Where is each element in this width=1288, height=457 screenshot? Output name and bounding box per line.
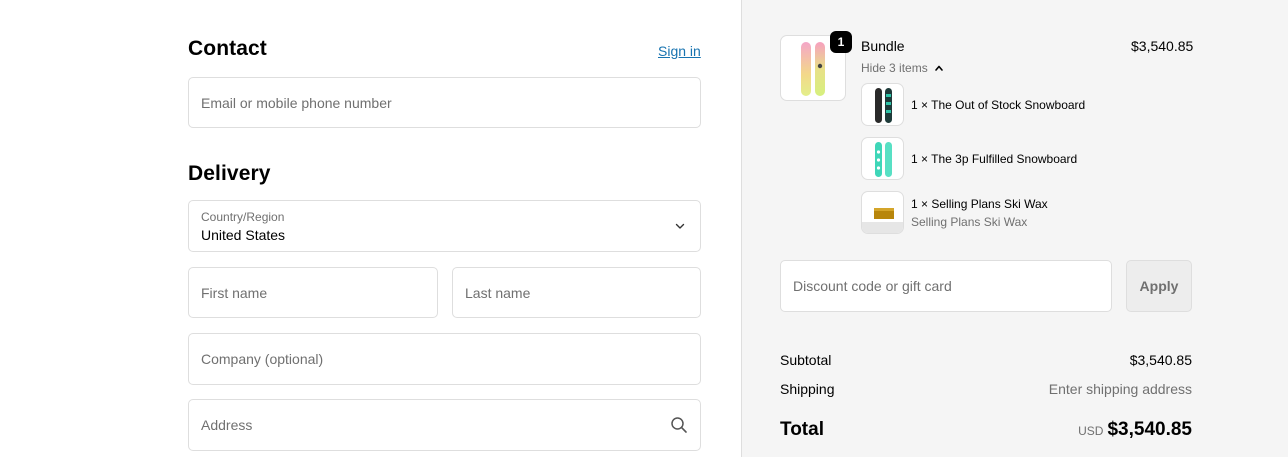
contact-heading: Contact [188, 37, 267, 60]
country-select[interactable]: Country/Region United States [188, 200, 701, 252]
first-name-field[interactable]: First name [188, 267, 438, 318]
company-placeholder: Company (optional) [201, 351, 324, 367]
apply-button[interactable]: Apply [1126, 260, 1192, 312]
shipping-value: Enter shipping address [1048, 381, 1192, 397]
address-field[interactable]: Address [188, 399, 701, 451]
item-label-2: 1 × The 3p Fulfilled Snowboard [911, 152, 1078, 166]
last-name-placeholder: Last name [465, 284, 531, 301]
delivery-heading: Delivery [188, 162, 271, 185]
sign-in-link[interactable]: Sign in [658, 43, 701, 59]
bundle-name: Bundle [861, 38, 905, 54]
dark-snowboard-image [875, 88, 892, 123]
address-placeholder: Address [201, 417, 253, 433]
email-field[interactable]: Email or mobile phone number [188, 77, 701, 128]
country-value: United States [201, 227, 286, 243]
item-thumbnail-2 [861, 137, 904, 180]
shipping-label: Shipping [780, 381, 835, 397]
item-detail-3: Selling Plans Ski Wax [911, 215, 1028, 229]
email-placeholder: Email or mobile phone number [201, 94, 392, 111]
checkout-form: Contact Sign in Email or mobile phone nu… [0, 0, 741, 457]
discount-code-field[interactable]: Discount code or gift card [780, 260, 1112, 312]
first-name-placeholder: First name [201, 284, 268, 301]
item-label-3: 1 × Selling Plans Ski Wax [911, 197, 1048, 211]
discount-placeholder: Discount code or gift card [793, 278, 952, 294]
last-name-field[interactable]: Last name [452, 267, 701, 318]
item-thumbnail-1 [861, 83, 904, 126]
search-icon [671, 417, 687, 433]
teal-snowboard-image [875, 142, 892, 177]
subtotal-value: $3,540.85 [1129, 352, 1192, 368]
company-field[interactable]: Company (optional) [188, 333, 701, 385]
country-label: Country/Region [201, 210, 285, 224]
total-label: Total [780, 419, 824, 440]
chevron-down-icon [675, 223, 685, 229]
hide-items-toggle[interactable]: Hide 3 items [861, 61, 944, 75]
subtotal-label: Subtotal [780, 352, 832, 368]
chevron-up-icon [935, 65, 943, 71]
total-row-value: USD $3,540.85 [1078, 419, 1192, 441]
item-thumbnail-3 [861, 191, 904, 234]
bundle-price: $3,540.85 [1131, 38, 1194, 54]
hide-items-label: Hide 3 items [861, 61, 928, 75]
total-currency: USD [1078, 424, 1104, 438]
item-label-1: 1 × The Out of Stock Snowboard [911, 98, 1086, 112]
quantity-badge: 1 [830, 31, 852, 53]
ski-wax-image [862, 208, 903, 233]
total-value: $3,540.85 [1107, 419, 1192, 440]
